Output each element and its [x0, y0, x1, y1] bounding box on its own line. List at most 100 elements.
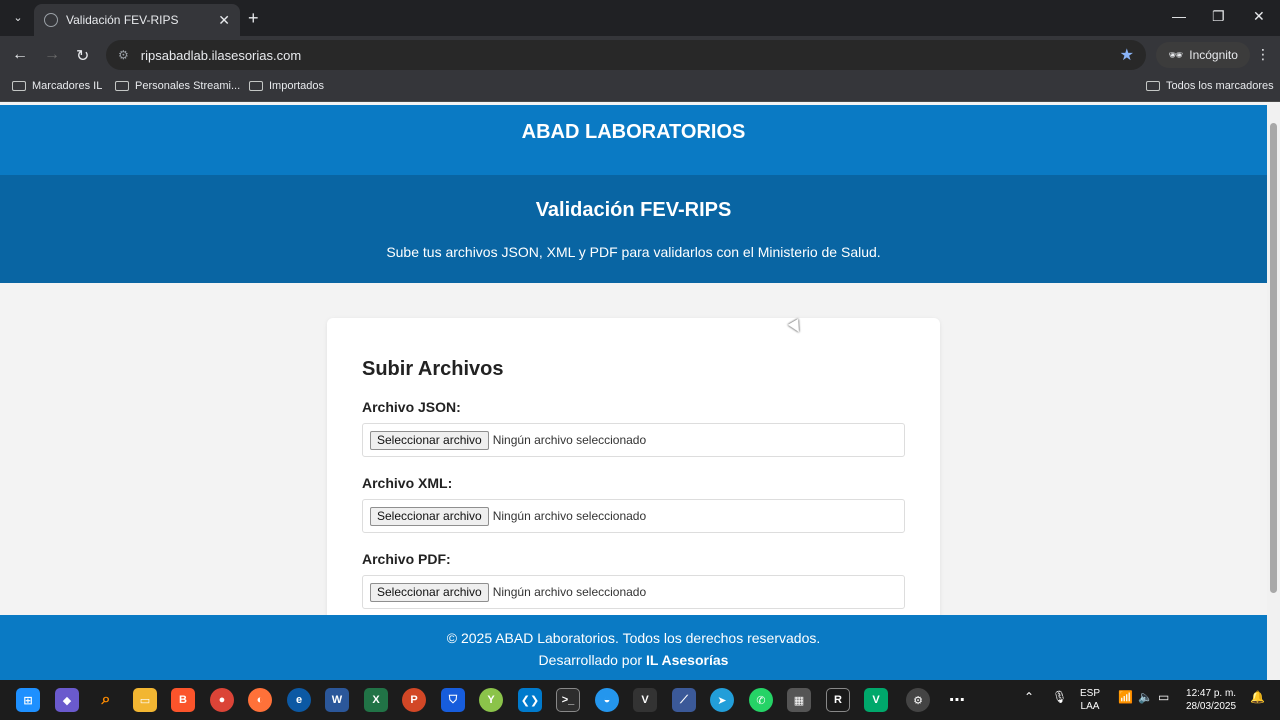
- app-r-icon[interactable]: R: [826, 688, 850, 712]
- page-viewport: ABAD LABORATORIOS Validación FEV-RIPS Su…: [0, 105, 1267, 680]
- copyright-text: © 2025 ABAD Laboratorios. Todos los dere…: [446, 630, 821, 646]
- site-footer: © 2025 ABAD Laboratorios. Todos los dere…: [0, 615, 1267, 680]
- language-layout: LAA: [1080, 701, 1100, 712]
- docker-icon[interactable]: ◒: [595, 688, 619, 712]
- xml-file-status: Ningún archivo seleccionado: [492, 509, 647, 523]
- site-header: ABAD LABORATORIOS: [0, 105, 1267, 175]
- folder-icon: [249, 81, 263, 91]
- volume-icon[interactable]: 🔈: [1138, 691, 1153, 704]
- forward-icon[interactable]: →: [44, 46, 60, 64]
- browser-toolbar: ← → ↻ ⚙ ripsabadlab.ilasesorias.com ★ 🕶 …: [0, 36, 1280, 74]
- more-apps-icon[interactable]: ⋯: [945, 688, 969, 712]
- hero-section: Validación FEV-RIPS Sube tus archivos JS…: [0, 175, 1267, 283]
- store-icon[interactable]: ▦: [787, 688, 811, 712]
- app-notify-icon[interactable]: ⚙: [906, 688, 930, 712]
- new-tab-icon[interactable]: +: [248, 8, 259, 29]
- json-file-input[interactable]: Seleccionar archivo Ningún archivo selec…: [362, 423, 905, 457]
- browser-titlebar: ⌄ Validación FEV-RIPS ✕ + — ❐ ✕: [0, 0, 1280, 36]
- xml-file-input[interactable]: Seleccionar archivo Ningún archivo selec…: [362, 499, 905, 533]
- bookmark-label: Marcadores IL: [32, 80, 103, 92]
- bookmark-folder[interactable]: Importados: [249, 80, 324, 92]
- folder-icon: [115, 81, 129, 91]
- wifi-icon[interactable]: 📶: [1118, 691, 1133, 704]
- edge-icon[interactable]: e: [287, 688, 311, 712]
- page-title: Validación FEV-RIPS: [535, 199, 732, 221]
- url-text[interactable]: ripsabadlab.ilasesorias.com: [141, 48, 1120, 63]
- firefox-icon[interactable]: ◐: [248, 688, 272, 712]
- tab-search-icon[interactable]: ⌄: [8, 7, 28, 27]
- search-icon[interactable]: ⌕: [94, 688, 118, 712]
- folder-icon: [12, 81, 26, 91]
- tab-title: Validación FEV-RIPS: [66, 13, 179, 27]
- scrollbar-thumb[interactable]: [1270, 123, 1277, 593]
- clock-date: 28/03/2025: [1186, 701, 1237, 712]
- xml-label: Archivo XML:: [362, 475, 453, 491]
- battery-icon[interactable]: ▭: [1158, 691, 1169, 704]
- brand-name: ABAD LABORATORIOS: [521, 121, 746, 143]
- all-bookmarks[interactable]: Todos los marcadores: [1146, 80, 1274, 92]
- developer-prefix: Desarrollado por: [538, 652, 643, 668]
- browser-tab[interactable]: Validación FEV-RIPS ✕: [34, 4, 240, 36]
- bitwarden-icon[interactable]: ⛉: [441, 688, 465, 712]
- all-bookmarks-label: Todos los marcadores: [1166, 80, 1274, 92]
- bookmark-star-icon[interactable]: ★: [1120, 45, 1134, 65]
- bookmark-folder[interactable]: Personales Streami...: [115, 80, 240, 92]
- globe-icon: [44, 13, 58, 27]
- terminal-icon[interactable]: >_: [556, 688, 580, 712]
- pdf-select-button[interactable]: Seleccionar archivo: [370, 582, 489, 602]
- pdf-file-input[interactable]: Seleccionar archivo Ningún archivo selec…: [362, 575, 905, 609]
- folder-icon: [1146, 81, 1160, 91]
- reload-icon[interactable]: ↻: [76, 46, 89, 66]
- minimize-icon[interactable]: —: [1172, 8, 1186, 24]
- bookmark-folder[interactable]: Marcadores IL: [12, 80, 102, 92]
- clock-time: 12:47 p. m.: [1186, 688, 1237, 699]
- json-label: Archivo JSON:: [362, 399, 461, 415]
- tray-chevron-icon[interactable]: ⌃: [1024, 691, 1034, 704]
- windows-taskbar: ⊞ ◆ ⌕ ▭ B ● ◐ e W X P ⛉ Y ❮❯ >_ ◒ V ⟋ ➤ …: [0, 680, 1280, 720]
- app-v-icon[interactable]: V: [633, 688, 657, 712]
- menu-icon[interactable]: ⋮: [1256, 46, 1270, 63]
- powerpoint-icon[interactable]: P: [402, 688, 426, 712]
- bookmark-label: Importados: [269, 80, 325, 92]
- word-icon[interactable]: W: [325, 688, 349, 712]
- incognito-label: Incógnito: [1189, 48, 1238, 62]
- excel-icon[interactable]: X: [364, 688, 388, 712]
- json-file-status: Ningún archivo seleccionado: [492, 433, 647, 447]
- incognito-badge[interactable]: 🕶 Incógnito: [1156, 42, 1250, 68]
- page-scrollbar[interactable]: [1267, 105, 1280, 680]
- app-chart-icon[interactable]: ⟋: [672, 688, 696, 712]
- xml-select-button[interactable]: Seleccionar archivo: [370, 506, 489, 526]
- developer-credit: Desarrollado por IL Asesorías: [0, 649, 1267, 671]
- clock[interactable]: 12:47 p. m. 28/03/2025: [1186, 687, 1236, 713]
- card-title: Subir Archivos: [362, 358, 504, 380]
- file-explorer-icon[interactable]: ▭: [133, 688, 157, 712]
- json-select-button[interactable]: Seleccionar archivo: [370, 430, 489, 450]
- telegram-icon[interactable]: ➤: [710, 688, 734, 712]
- copilot-icon[interactable]: ◆: [55, 688, 79, 712]
- start-icon[interactable]: ⊞: [16, 688, 40, 712]
- incognito-icon: 🕶: [1168, 48, 1184, 62]
- bookmark-label: Personales Streami...: [135, 80, 241, 92]
- notifications-icon[interactable]: 🔔: [1250, 691, 1265, 704]
- site-info-icon[interactable]: ⚙: [118, 48, 129, 62]
- pdf-label: Archivo PDF:: [362, 551, 451, 567]
- language-code: ESP: [1080, 688, 1101, 699]
- restore-icon[interactable]: ❐: [1212, 8, 1225, 25]
- close-window-icon[interactable]: ✕: [1253, 8, 1265, 25]
- app-v2-icon[interactable]: V: [864, 688, 888, 712]
- back-icon[interactable]: ←: [12, 46, 28, 64]
- language-indicator[interactable]: ESP LAA: [1080, 687, 1100, 713]
- page-subtitle: Sube tus archivos JSON, XML y PDF para v…: [386, 244, 881, 260]
- upload-card: Subir Archivos Archivo JSON: Seleccionar…: [327, 318, 940, 638]
- whatsapp-icon[interactable]: ✆: [749, 688, 773, 712]
- app-y-icon[interactable]: Y: [479, 688, 503, 712]
- bookmarks-bar: Marcadores IL Personales Streami... Impo…: [0, 74, 1280, 102]
- developer-name: IL Asesorías: [645, 652, 729, 668]
- address-bar[interactable]: ⚙ ripsabadlab.ilasesorias.com ★: [106, 40, 1146, 70]
- brave-icon[interactable]: B: [171, 688, 195, 712]
- pdf-file-status: Ningún archivo seleccionado: [492, 585, 647, 599]
- close-tab-icon[interactable]: ✕: [218, 12, 230, 29]
- chrome-icon[interactable]: ●: [210, 688, 234, 712]
- vscode-icon[interactable]: ❮❯: [518, 688, 542, 712]
- microphone-icon[interactable]: 🎙: [1052, 691, 1067, 704]
